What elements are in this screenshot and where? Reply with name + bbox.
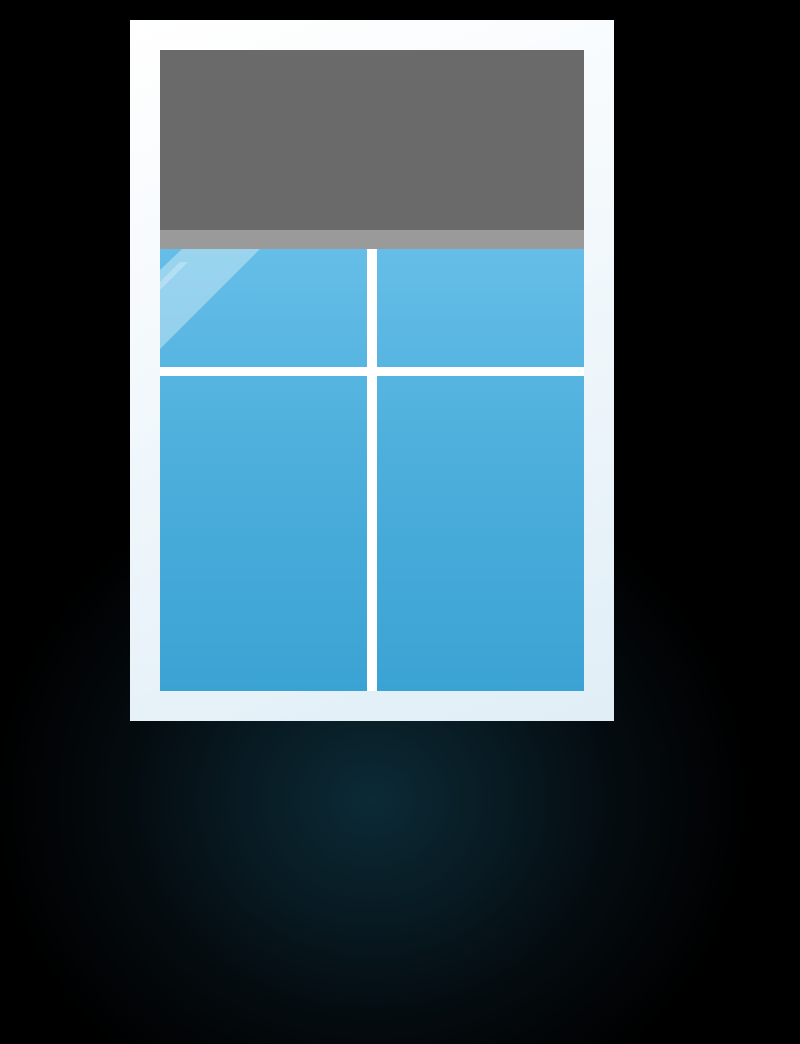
roller-shade [160, 50, 584, 230]
vertical-mullion [367, 249, 377, 691]
window-glass [160, 50, 584, 691]
horizontal-mullion [160, 367, 584, 376]
glare-streak-large [160, 249, 260, 349]
window-illustration [0, 0, 800, 1044]
window-frame [130, 20, 614, 721]
roller-shade-bottom-bar [160, 230, 584, 249]
